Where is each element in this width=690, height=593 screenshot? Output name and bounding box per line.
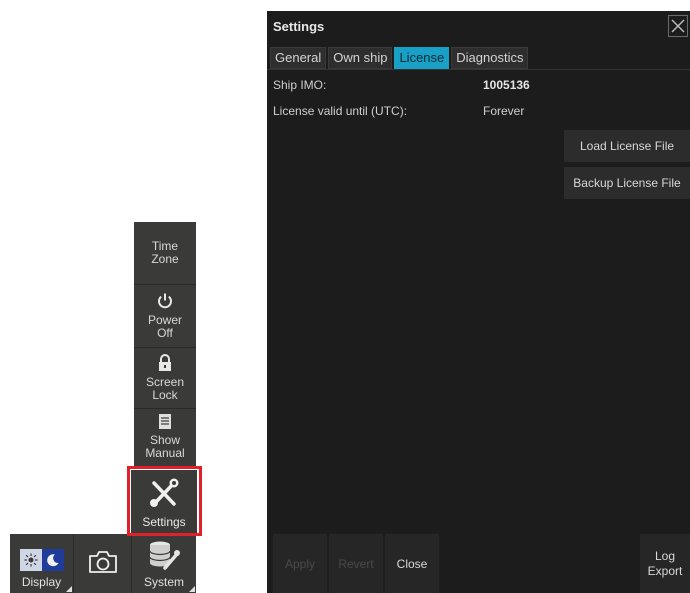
time-zone-button[interactable]: Time Zone — [134, 222, 196, 285]
show-manual-button[interactable]: Show Manual — [134, 409, 196, 469]
log-export-label-line2: Export — [647, 563, 683, 578]
license-valid-label: License valid until (UTC): — [273, 104, 408, 118]
tab-own-ship[interactable]: Own ship — [328, 47, 393, 69]
screenshot-button[interactable] — [74, 534, 132, 593]
display-button[interactable]: Display — [10, 534, 74, 593]
backup-license-file-button[interactable]: Backup License File — [564, 167, 690, 199]
tab-divider — [267, 69, 690, 70]
license-valid-row: License valid until (UTC): Forever — [273, 104, 524, 118]
ship-imo-value: 1005136 — [483, 78, 530, 92]
system-label: System — [143, 575, 184, 589]
close-button[interactable]: Close — [385, 534, 439, 593]
document-icon — [158, 413, 172, 433]
power-icon — [156, 292, 174, 313]
power-off-button[interactable]: Power Off — [134, 285, 196, 348]
sun-moon-icon — [19, 549, 64, 571]
settings-highlight-box — [127, 466, 202, 536]
expand-corner-icon — [66, 586, 72, 592]
close-icon[interactable] — [668, 15, 688, 37]
side-menu: Time Zone Power Off Screen Lock Show Man… — [134, 222, 196, 469]
screen-lock-label-line2: Lock — [152, 388, 178, 402]
time-zone-label-line2: Zone — [151, 252, 179, 266]
screen-lock-button[interactable]: Screen Lock — [134, 348, 196, 409]
license-valid-value: Forever — [483, 104, 525, 118]
dialog-title: Settings — [273, 19, 325, 34]
revert-button[interactable]: Revert — [329, 534, 383, 593]
camera-icon — [87, 549, 119, 578]
apply-button[interactable]: Apply — [273, 534, 327, 593]
tab-diagnostics[interactable]: Diagnostics — [451, 47, 529, 69]
log-export-button[interactable]: Log Export — [640, 534, 690, 593]
dialog-footer: Apply Revert Close Log Export — [267, 534, 690, 593]
load-license-file-button[interactable]: Load License File — [564, 130, 690, 162]
tab-general[interactable]: General — [270, 47, 327, 69]
tab-license[interactable]: License — [394, 47, 450, 69]
system-button[interactable]: System — [132, 534, 196, 593]
power-off-label-line2: Off — [157, 326, 173, 340]
database-wrench-icon — [147, 540, 181, 573]
lock-icon — [157, 354, 173, 375]
log-export-label-line1: Log — [654, 548, 676, 563]
ship-imo-label: Ship IMO: — [273, 78, 327, 92]
taskbar: Display System — [10, 534, 196, 593]
settings-dialog: Settings General Own ship License Diagno… — [267, 11, 690, 593]
tab-bar: General Own ship License Diagnostics — [270, 47, 530, 69]
display-label: Display — [21, 575, 62, 589]
ship-imo-row: Ship IMO: 1005136 — [273, 78, 530, 92]
show-manual-label-line2: Manual — [145, 446, 185, 460]
expand-corner-icon — [189, 586, 195, 592]
